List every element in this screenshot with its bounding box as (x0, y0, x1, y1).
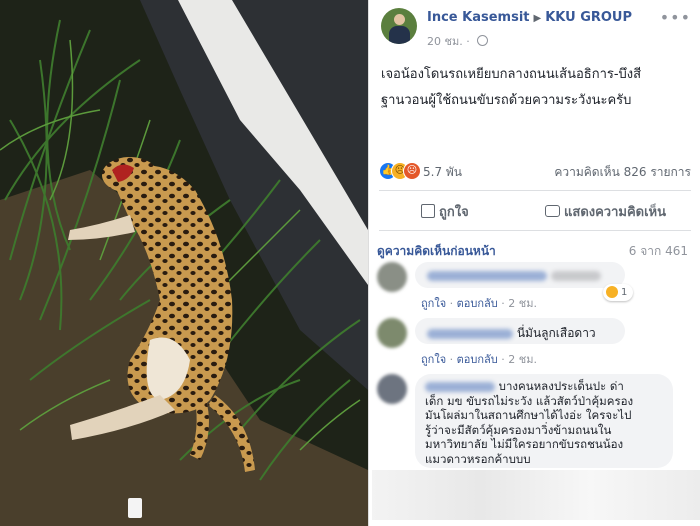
comment-time: 2 ชม. (508, 297, 537, 310)
like-label: ถูกใจ (439, 205, 469, 220)
comment-reaction-count: 1 (621, 287, 628, 298)
comment-text-line: บางคนหลงประเด็นปะ ด่า (425, 379, 663, 394)
divider (379, 230, 691, 231)
commenter-avatar[interactable] (377, 374, 407, 404)
comment-text-line: เด็ก มข ขับรถไม่ระวัง แล้วสัตว์ป่าคุ้มคร… (425, 393, 634, 408)
comment-time: 2 ชม. (508, 353, 537, 366)
reaction-summary[interactable]: 👍 ☹ ☹ 5.7 พัน ความคิดเห็น 826 รายการ (379, 160, 691, 180)
group-arrow-icon: ▶ (533, 13, 542, 24)
comment-button[interactable]: แสดงความคิดเห็น (545, 201, 666, 222)
comment-reply-link[interactable]: ตอบกลับ (457, 353, 498, 366)
avatar[interactable] (381, 8, 417, 44)
post-header: Ince Kasemsit ▶ KKU GROUP 20 ชม. · ••• (379, 6, 695, 50)
comment-count[interactable]: ความคิดเห็น 826 รายการ (554, 163, 691, 182)
comment-bubble: บางคนหลงประเด็นปะ ด่า เด็ก มข ขับรถไม่ระ… (415, 374, 673, 468)
facebook-post: Ince Kasemsit ▶ KKU GROUP 20 ชม. · ••• เจอ… (368, 0, 700, 526)
angry-reaction-icon: ☹ (403, 162, 421, 180)
action-bar: ถูกใจ แสดงความคิดเห็น (379, 198, 691, 222)
comment-text-line: แมวดาวหรอกค้าบบบ (425, 451, 531, 466)
thumbs-up-icon (421, 204, 435, 218)
leopard-cat-photo (0, 0, 368, 526)
post-time[interactable]: 20 ชม. (427, 35, 463, 48)
commenter-avatar[interactable] (377, 262, 407, 292)
group-name[interactable]: KKU GROUP (545, 10, 632, 25)
blurred-overlay (372, 470, 700, 520)
blurred-name (427, 270, 547, 281)
comment-text-line: รู้ว่าจะมีสัตว์คุ้มครองมาวิ่งข้ามถนนใน (425, 422, 612, 437)
reaction-count[interactable]: 5.7 พัน (423, 163, 462, 182)
comment-reply-link[interactable]: ตอบกลับ (457, 297, 498, 310)
post-text-line: เจอน้องโดนรถเหยียบกลางถนนเส้นอธิการ-บึงส… (381, 67, 642, 82)
comment-paging: 6 จาก 461 (628, 244, 688, 258)
comment-bubble: นี่มันลูกเสือดาว (415, 318, 625, 344)
like-button[interactable]: ถูกใจ (421, 201, 469, 222)
more-options-icon[interactable]: ••• (660, 8, 691, 27)
comment-reaction-badge[interactable]: 1 (603, 284, 633, 301)
commenter-avatar[interactable] (377, 318, 407, 348)
post-meta: 20 ชม. · (427, 32, 489, 50)
post-text-line: ฐานวอนผู้ใช้ถนนขับรถด้วยความระวังนะครับ (381, 93, 632, 108)
comment-like-link[interactable]: ถูกใจ (421, 297, 446, 310)
globe-icon (477, 35, 489, 46)
speech-bubble-icon (545, 205, 560, 217)
comment-text: บางคนหลงประเด็นปะ ด่า (498, 379, 624, 393)
view-previous-comments-link[interactable]: ดูความคิดเห็นก่อนหน้า (377, 242, 496, 261)
divider (379, 190, 691, 191)
comment-bubble (415, 262, 625, 288)
photo (0, 0, 368, 526)
comment-text-line: มหาวิทยาลัย ไม่มีใครอยากขับรถชนน้อง (425, 437, 624, 451)
comment-label: แสดงความคิดเห็น (564, 205, 667, 220)
comment-meta: ถูกใจ · ตอบกลับ · 2 ชม. (421, 297, 537, 310)
post-text: เจอน้องโดนรถเหยียบกลางถนนเส้นอธิการ-บึงส… (381, 62, 681, 114)
comment-like-link[interactable]: ถูกใจ (421, 353, 446, 366)
sad-reaction-icon (606, 286, 618, 298)
blurred-text (550, 270, 601, 281)
comment-text: นี่มันลูกเสือดาว (516, 326, 596, 340)
author-name[interactable]: Ince Kasemsit (427, 10, 530, 25)
poster-line: Ince Kasemsit ▶ KKU GROUP (427, 10, 632, 25)
blurred-name (427, 328, 513, 339)
blurred-name (425, 381, 495, 392)
comment-text-line: มันโผล่มาในสถานศึกษาได้ไงอ่ะ ใครจะไป (425, 408, 632, 422)
comment-meta: ถูกใจ · ตอบกลับ · 2 ชม. (421, 353, 537, 366)
